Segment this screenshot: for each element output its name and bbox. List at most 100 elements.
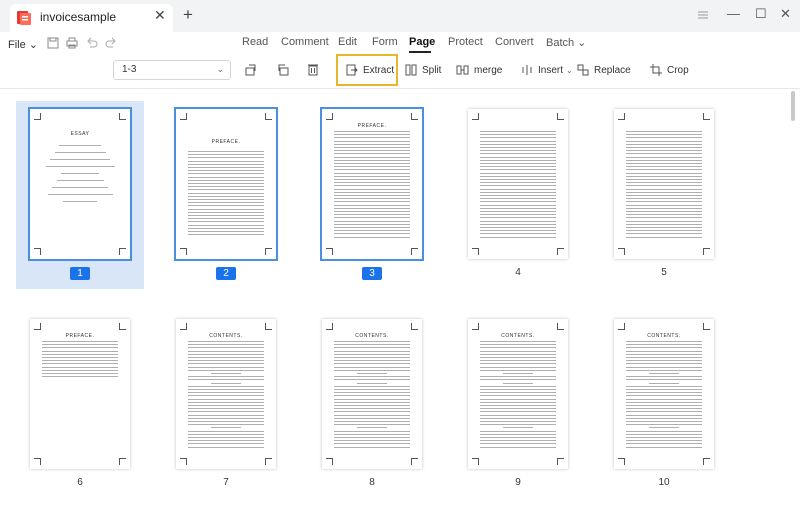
- undo-icon[interactable]: [85, 36, 99, 50]
- tab-edit[interactable]: Edit: [338, 36, 357, 48]
- text-line: [480, 230, 556, 232]
- text-line: [480, 159, 556, 161]
- close-tab-icon[interactable]: ✕: [154, 7, 166, 24]
- page-preview[interactable]: PREFACE.: [320, 107, 424, 261]
- close-window-button[interactable]: ✕: [780, 6, 791, 22]
- tab-comment[interactable]: Comment: [281, 36, 329, 48]
- file-menu[interactable]: File ⌄: [8, 38, 38, 51]
- page-thumbnail[interactable]: 4: [454, 101, 582, 289]
- text-line: [480, 395, 556, 397]
- page-preview[interactable]: CONTENTS.: [322, 319, 422, 469]
- text-line: [61, 173, 99, 174]
- replace-button[interactable]: Replace: [577, 60, 631, 80]
- text-line: [480, 366, 556, 368]
- rotate-left-icon[interactable]: [244, 63, 258, 77]
- text-line: [626, 185, 702, 187]
- redo-icon[interactable]: [104, 36, 118, 50]
- crop-mark: [265, 323, 272, 330]
- tab-convert[interactable]: Convert: [495, 36, 534, 48]
- document-tab[interactable]: invoicesample ✕: [10, 4, 173, 32]
- page-range-select[interactable]: 1-3 ⌄: [113, 60, 231, 80]
- crop-mark: [703, 323, 710, 330]
- page-thumbnail[interactable]: PREFACE. 6: [16, 311, 144, 499]
- page-preview[interactable]: CONTENTS.: [614, 319, 714, 469]
- tab-form[interactable]: Form: [372, 36, 398, 48]
- page-thumbnail[interactable]: 5: [600, 101, 728, 289]
- page-thumbnail[interactable]: CONTENTS. 9: [454, 311, 582, 499]
- page-preview[interactable]: [614, 109, 714, 259]
- page-preview[interactable]: CONTENTS.: [176, 319, 276, 469]
- page-number: 2: [162, 267, 290, 280]
- text-line: [188, 385, 264, 387]
- maximize-button[interactable]: ☐: [755, 6, 767, 22]
- text-line: [59, 145, 101, 146]
- page-thumbnail[interactable]: CONTENTS. 8: [308, 311, 436, 499]
- text-line: [480, 401, 556, 403]
- page-thumbnail[interactable]: CONTENTS. 10: [600, 311, 728, 499]
- vertical-scrollbar[interactable]: [790, 89, 796, 506]
- page-thumbnail[interactable]: CONTENTS. 7: [162, 311, 290, 499]
- text-line: [480, 424, 556, 426]
- text-line: [188, 357, 264, 358]
- page-thumbnail[interactable]: ESSAY 1: [16, 101, 144, 289]
- text-line: [334, 140, 410, 142]
- page-preview[interactable]: [468, 109, 568, 259]
- replace-icon: [577, 64, 589, 76]
- split-icon: [405, 64, 417, 76]
- save-icon[interactable]: [46, 36, 60, 50]
- page-heading: ESSAY: [70, 131, 90, 137]
- text-line: [42, 369, 118, 371]
- text-line: [334, 143, 410, 145]
- extract-button[interactable]: Extract: [346, 60, 394, 80]
- insert-button[interactable]: Insert ⌄: [521, 60, 573, 80]
- split-button[interactable]: Split: [405, 60, 441, 80]
- text-line: [334, 227, 410, 228]
- page-preview[interactable]: PREFACE.: [30, 319, 130, 469]
- tab-read[interactable]: Read: [242, 36, 268, 48]
- text-line: [188, 353, 264, 355]
- merge-button[interactable]: merge: [456, 60, 502, 80]
- page-thumbnail[interactable]: PREFACE. 2: [162, 101, 290, 289]
- minimize-button[interactable]: —: [727, 6, 740, 21]
- text-line: [480, 385, 556, 387]
- page-preview[interactable]: CONTENTS.: [468, 319, 568, 469]
- text-line: [188, 424, 264, 426]
- more-icon[interactable]: [696, 9, 710, 21]
- text-line: [649, 373, 679, 374]
- text-line: [626, 204, 702, 206]
- rotate-right-icon[interactable]: [276, 63, 290, 77]
- text-line: [334, 169, 410, 171]
- tab-batch[interactable]: Batch ⌄: [546, 36, 586, 49]
- text-line: [626, 401, 702, 403]
- text-line: [334, 363, 410, 365]
- text-line: [480, 369, 556, 371]
- text-line: [480, 344, 556, 346]
- text-line: [188, 401, 264, 403]
- text-line: [334, 414, 410, 416]
- text-line: [334, 401, 410, 403]
- new-tab-button[interactable]: +: [183, 5, 193, 25]
- tab-protect[interactable]: Protect: [448, 36, 483, 48]
- page-preview[interactable]: PREFACE.: [174, 107, 278, 261]
- tab-page[interactable]: Page: [409, 36, 435, 48]
- print-icon[interactable]: [65, 36, 79, 50]
- text-line: [480, 398, 556, 400]
- page-number-label: 4: [515, 267, 521, 278]
- text-line: [188, 389, 264, 390]
- page-thumbnail[interactable]: PREFACE. 3: [308, 101, 436, 289]
- page-preview[interactable]: ESSAY: [28, 107, 132, 261]
- text-line: [626, 236, 702, 238]
- text-line: [334, 344, 410, 346]
- delete-icon[interactable]: [306, 62, 320, 76]
- text-line: [334, 357, 410, 358]
- text-line: [334, 230, 410, 232]
- extract-icon: [346, 64, 358, 76]
- crop-button[interactable]: Crop: [650, 60, 689, 80]
- scrollbar-thumb[interactable]: [791, 91, 795, 121]
- text-line: [626, 207, 702, 209]
- text-line: [480, 353, 556, 355]
- text-line: [188, 443, 264, 445]
- text-line: [188, 411, 264, 413]
- text-line: [480, 446, 556, 448]
- text-line: [334, 360, 410, 362]
